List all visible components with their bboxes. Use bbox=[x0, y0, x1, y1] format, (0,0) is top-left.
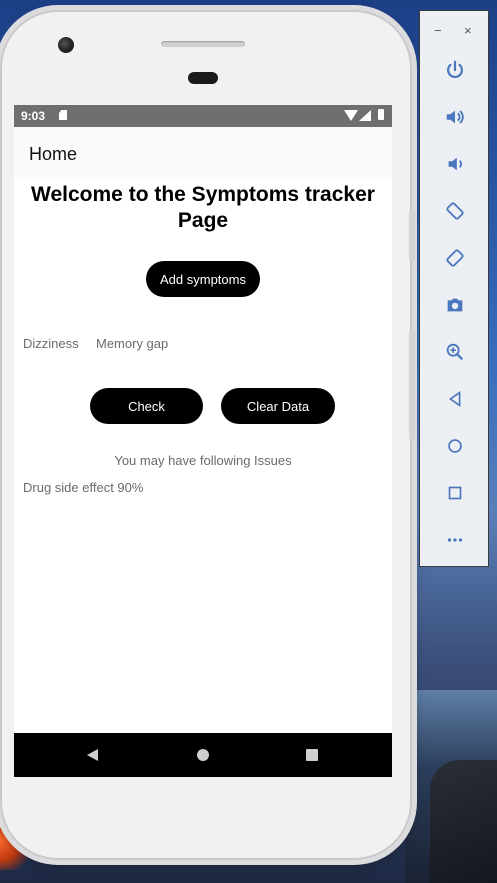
minimize-button[interactable]: − bbox=[434, 23, 442, 38]
back-icon[interactable] bbox=[444, 388, 466, 410]
clear-data-button[interactable]: Clear Data bbox=[221, 388, 335, 424]
volume-up-icon[interactable] bbox=[444, 106, 466, 128]
sd-card-icon bbox=[59, 110, 67, 120]
volume-down-icon[interactable] bbox=[444, 153, 466, 175]
nav-recents-icon[interactable] bbox=[306, 749, 318, 761]
overview-icon[interactable] bbox=[444, 482, 466, 504]
emulator-toolbar: − × bbox=[419, 10, 489, 567]
status-time: 9:03 bbox=[21, 109, 46, 123]
camera-icon[interactable] bbox=[444, 294, 466, 316]
earpiece bbox=[161, 41, 245, 47]
phone-volume-button bbox=[409, 330, 415, 440]
more-icon[interactable] bbox=[444, 529, 466, 551]
issue-item: Drug side effect 90% bbox=[23, 480, 144, 495]
status-bar: 9:03 bbox=[14, 105, 392, 127]
wifi-icon bbox=[344, 110, 358, 121]
signal-icon bbox=[359, 110, 371, 121]
front-camera bbox=[58, 37, 74, 53]
issues-heading: You may have following Issues bbox=[114, 453, 292, 468]
power-icon[interactable] bbox=[444, 59, 466, 81]
battery-icon bbox=[378, 109, 384, 120]
add-symptoms-button[interactable]: Add symptoms bbox=[146, 261, 260, 297]
desktop-background-rock bbox=[430, 760, 497, 883]
symptom-item: Dizziness bbox=[23, 336, 79, 351]
check-button[interactable]: Check bbox=[90, 388, 203, 424]
rotate-right-icon[interactable] bbox=[444, 247, 466, 269]
nav-home-icon[interactable] bbox=[197, 749, 209, 761]
phone-frame: 9:03 Home Welcome to the Symptoms tracke… bbox=[0, 10, 412, 860]
phone-side-button bbox=[409, 210, 415, 260]
app-bar-title: Home bbox=[29, 144, 78, 164]
device-screen: 9:03 Home Welcome to the Symptoms tracke… bbox=[14, 105, 392, 777]
navigation-bar bbox=[14, 733, 392, 777]
rotate-left-icon[interactable] bbox=[444, 200, 466, 222]
sensor bbox=[188, 72, 218, 84]
app-bar: Home bbox=[14, 127, 392, 179]
close-button[interactable]: × bbox=[464, 23, 472, 38]
symptom-item: Memory gap bbox=[96, 336, 169, 351]
nav-back-icon[interactable] bbox=[87, 749, 98, 761]
home-icon[interactable] bbox=[444, 435, 466, 457]
zoom-icon[interactable] bbox=[444, 341, 466, 363]
page-title: Welcome to the Symptoms tracker Page bbox=[31, 183, 375, 232]
